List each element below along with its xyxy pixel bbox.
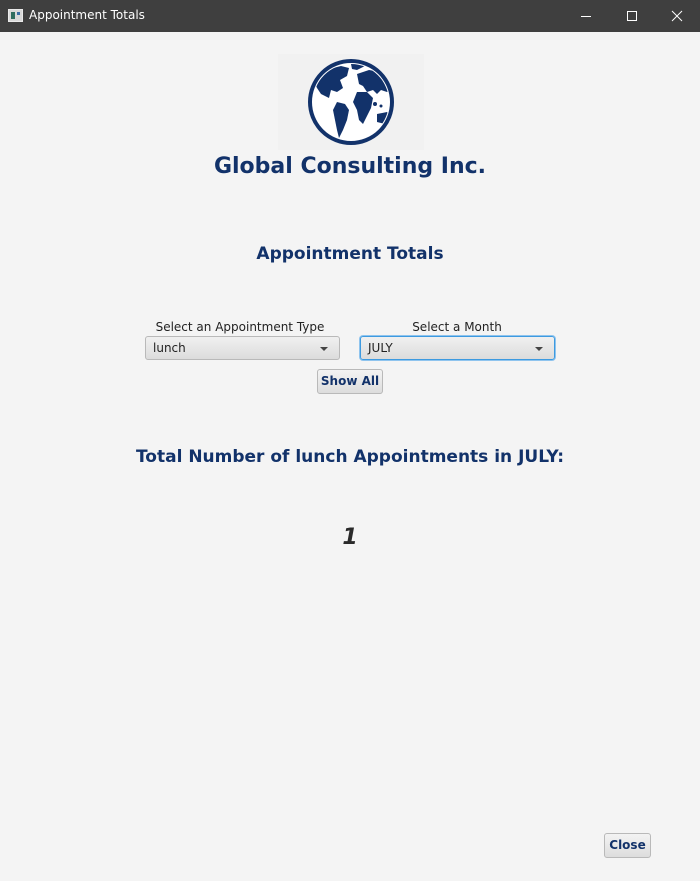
- close-button[interactable]: Close: [604, 833, 651, 858]
- show-all-button[interactable]: Show All: [317, 369, 383, 394]
- company-name: Global Consulting Inc.: [213, 154, 487, 179]
- appointment-type-value: lunch: [153, 341, 186, 355]
- globe-icon: [308, 59, 394, 145]
- window-title: Appointment Totals: [29, 8, 145, 22]
- month-label: Select a Month: [412, 320, 502, 334]
- appointment-type-label: Select an Appointment Type: [155, 320, 325, 334]
- app-window-icon: [8, 9, 23, 22]
- minimize-button[interactable]: [563, 0, 609, 32]
- maximize-icon: [627, 11, 637, 21]
- month-value: JULY: [368, 341, 393, 355]
- close-window-button[interactable]: [654, 0, 700, 32]
- chevron-down-icon: [320, 347, 328, 351]
- chevron-down-icon: [535, 347, 543, 351]
- month-select[interactable]: JULY: [360, 336, 555, 360]
- appointment-type-select[interactable]: lunch: [145, 336, 340, 360]
- appointment-count: 1: [342, 525, 358, 550]
- logo: [278, 54, 424, 150]
- window-titlebar[interactable]: Appointment Totals: [0, 0, 700, 32]
- main-content: Global Consulting Inc. Appointment Total…: [0, 32, 700, 881]
- minimize-icon: [581, 16, 591, 17]
- maximize-button[interactable]: [609, 0, 655, 32]
- result-label: Total Number of lunch Appointments in JU…: [135, 447, 565, 467]
- page-title: Appointment Totals: [256, 244, 444, 264]
- close-icon: [671, 10, 683, 22]
